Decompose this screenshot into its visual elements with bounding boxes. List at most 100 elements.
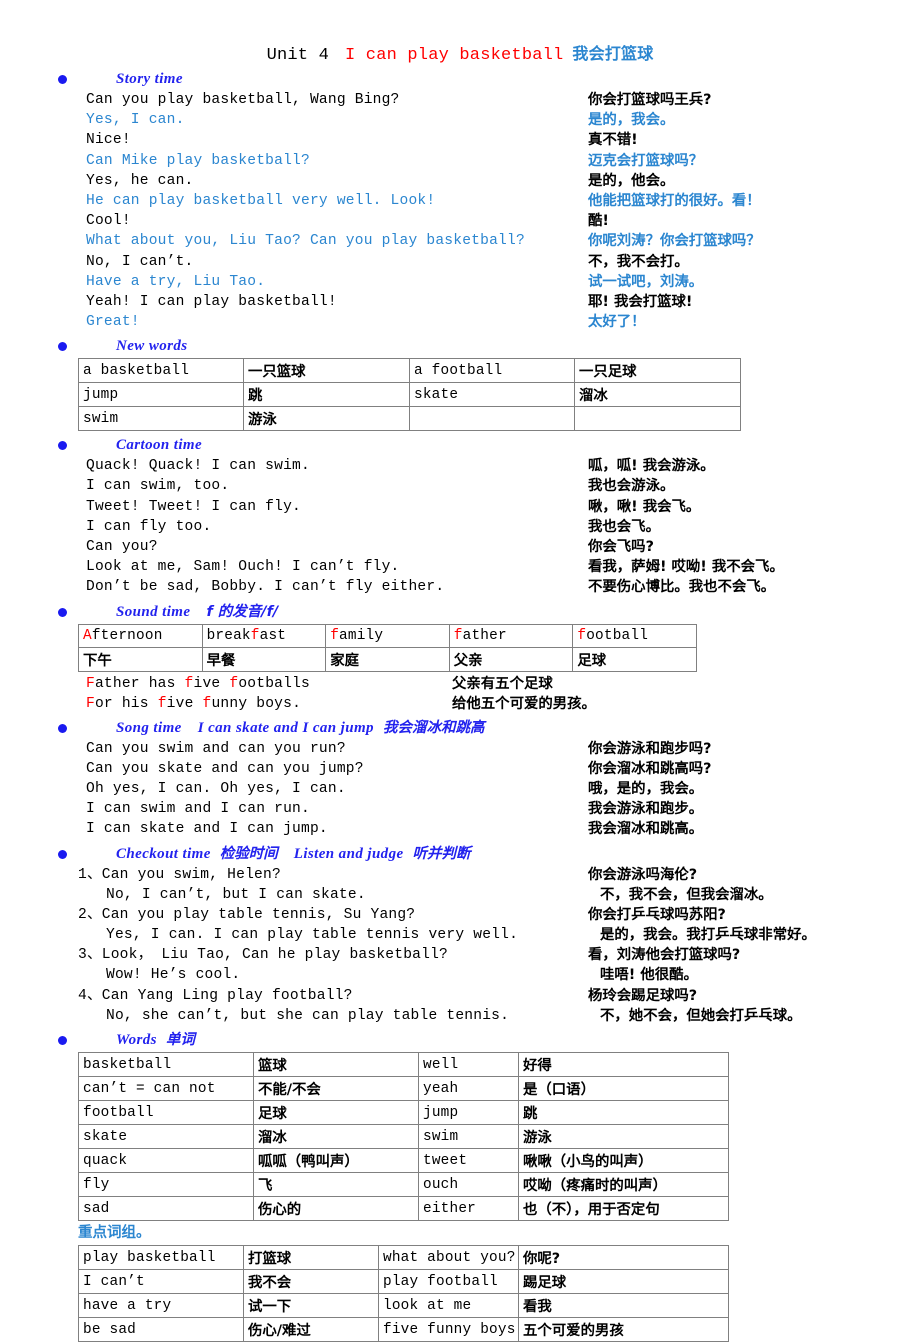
table-cell: jump — [78, 382, 244, 408]
rhyme-line: Father has five footballs 父亲有五个足球 — [0, 674, 920, 694]
dialogue-line: Yeah! I can play basketball! 耶! 我会打篮球! — [0, 292, 920, 312]
song-lyrics: Can you swim and can you run? 你会游泳和跑步吗? Ca… — [0, 739, 920, 840]
dialogue-line: Great! 太好了！ — [0, 312, 920, 332]
dialogue-line: Can you skate and can you jump? 你会溜冰和跳高吗? — [0, 759, 920, 779]
dialogue-line: Look at me, Sam! Ouch! I can’t fly. 看我，萨姆… — [0, 557, 920, 577]
phrases-table: play basketball 打篮球 what about you? 你呢? I ca… — [78, 1245, 729, 1342]
dialogue-chinese: 你会溜冰和跳高吗? — [588, 760, 712, 777]
dialogue-chinese: 你会飞吗? — [588, 539, 654, 555]
table-cell: 也（不），用于否定句 — [518, 1196, 729, 1221]
dialogue-english: Can you skate and can you jump? — [86, 760, 364, 777]
table-cell: 飞 — [253, 1172, 419, 1197]
table-cell: 游泳 — [243, 406, 410, 432]
table-cell: 下午 — [78, 646, 203, 672]
table-cell: father — [448, 623, 574, 648]
table-cell: 我不会 — [243, 1269, 379, 1294]
dialogue-chinese: 迈克会打篮球吗？ — [588, 152, 704, 169]
dialogue-line: Can Mike play basketball? 迈克会打篮球吗？ — [0, 151, 920, 171]
dialogue-english: Can you? — [86, 539, 158, 555]
dialogue-english: Quack! Quack! I can swim. — [86, 458, 310, 475]
title-chinese: 我会打篮球 — [572, 44, 654, 63]
bullet-icon — [58, 75, 67, 84]
rhyme-english: For his five funny boys. — [86, 695, 302, 712]
table-cell: what about you? — [378, 1245, 519, 1270]
section-label-sound: Sound time — [116, 603, 191, 620]
section-label-song-title: I can skate and I can jump — [197, 719, 374, 736]
dialogue-english: No, she can’t, but she can play table te… — [106, 1007, 510, 1024]
dialogue-line: Have a try, Liu Tao. 试一试吧，刘涛。 — [0, 272, 920, 292]
dialogue-english: 3、Look， Liu Tao, Can he play basketball? — [78, 947, 448, 964]
table-cell: 早餐 — [201, 646, 327, 672]
table-cell: 哎呦（疼痛时的叫声） — [518, 1172, 729, 1197]
bullet-icon — [58, 723, 67, 733]
dialogue-line: Tweet! Tweet! I can fly. 啾，啾! 我会飞。 — [0, 497, 920, 517]
section-label-words: Words — [116, 1032, 157, 1048]
page-title: Unit 4 I can play basketball 我会打篮球 — [0, 0, 920, 65]
dialogue-chinese: 不，我不会，但我会溜冰。 — [600, 886, 773, 903]
table-cell: 溜冰 — [574, 382, 741, 408]
table-cell: football — [78, 1100, 254, 1125]
dialogue-english: 2、Can you play table tennis, Su Yang? — [78, 906, 416, 923]
table-row: a basketball 一只篮球 a football 一只足球 — [78, 358, 741, 384]
dialogue-english: No, I can’t, but I can skate. — [106, 886, 366, 903]
table-cell — [574, 406, 741, 432]
table-cell: a basketball — [78, 358, 244, 384]
dialogue-line: Quack! Quack! I can swim. 呱，呱! 我会游泳。 — [0, 456, 920, 476]
section-label-newwords: New words — [116, 338, 188, 355]
dialogue-line: Can you? 你会飞吗? — [0, 537, 920, 557]
dialogue-line: I can swim and I can run. 我会游泳和跑步。 — [0, 799, 920, 819]
table-cell: play football — [378, 1269, 519, 1294]
section-label-words-cn: 单词 — [165, 1032, 195, 1048]
rhyme-chinese: 父亲有五个足球 — [452, 675, 553, 692]
dialogue-english: Can you swim and can you run? — [86, 740, 346, 757]
table-row: 下午 早餐 家庭 父亲 足球 — [78, 646, 697, 672]
dialogue-english: Look at me, Sam! Ouch! I can’t fly. — [86, 559, 400, 576]
table-cell: ouch — [418, 1172, 519, 1197]
section-label-sound-cn: f 的发音/f/ — [206, 603, 279, 620]
table-cell: 看我 — [518, 1293, 729, 1318]
table-cell: fly — [78, 1172, 254, 1197]
dialogue-line: What about you, Liu Tao? Can you play ba… — [0, 231, 920, 251]
section-label-listen-judge-cn: 听并判断 — [412, 845, 471, 862]
table-row: Afternoon breakfast family father football — [78, 623, 697, 648]
dialogue-line: 3、Look， Liu Tao, Can he play basketball?… — [0, 945, 920, 965]
dialogue-english: What about you, Liu Tao? Can you play ba… — [86, 233, 525, 250]
table-cell: 啾啾（小鸟的叫声） — [518, 1148, 729, 1173]
dialogue-line: Yes, I can. I can play table tennis very… — [0, 925, 920, 945]
cartoon-dialogue: Quack! Quack! I can swim. 呱，呱! 我会游泳。 I can… — [0, 456, 920, 597]
dialogue-line: Yes, he can. 是的，他会。 — [0, 171, 920, 191]
dialogue-chinese: 是的，我会。 — [588, 112, 675, 129]
table-cell: can’t = can not — [78, 1076, 254, 1101]
dialogue-line: Nice! 真不错! — [0, 130, 920, 150]
table-cell: 一只足球 — [574, 358, 741, 384]
dialogue-chinese: 不，我不会打。 — [588, 253, 689, 270]
dialogue-chinese: 太好了！ — [588, 314, 646, 331]
dialogue-chinese: 你会游泳吗海伦? — [588, 866, 698, 883]
dialogue-line: Yes, I can. 是的，我会。 — [0, 110, 920, 130]
table-cell: 五个可爱的男孩 — [518, 1317, 729, 1342]
bullet-icon — [58, 441, 67, 451]
dialogue-chinese: 我会溜冰和跳高。 — [588, 821, 704, 838]
dialogue-english: 1、Can you swim, Helen? — [78, 866, 281, 883]
table-cell: 不能/不会 — [253, 1076, 419, 1101]
phrases-subheading: 重点词组。 — [78, 1225, 151, 1241]
bullet-icon — [58, 849, 67, 859]
table-row: jump 跳 skate 溜冰 — [78, 382, 741, 408]
section-header-song: Song time I can skate and I can jump 我会溜冰和… — [0, 719, 920, 738]
table-row: basketball 篮球 well 好得 — [78, 1052, 729, 1077]
dialogue-chinese: 酷! — [588, 213, 609, 230]
table-cell: football — [572, 623, 697, 648]
rhyme-line: For his five funny boys. 给他五个可爱的男孩。 — [0, 694, 920, 714]
section-header-story: Story time — [0, 70, 920, 89]
dialogue-chinese: 试一试吧，刘涛。 — [588, 273, 704, 290]
table-cell: 家庭 — [325, 646, 450, 672]
section-label-cartoon: Cartoon time — [116, 437, 203, 454]
story-dialogue: Can you play basketball, Wang Bing? 你会打篮球… — [0, 90, 920, 332]
dialogue-chinese: 哦，是的，我会。 — [588, 780, 704, 797]
table-cell: basketball — [78, 1052, 254, 1077]
dialogue-chinese: 你会打乒乓球吗苏阳? — [588, 906, 726, 923]
dialogue-english: Have a try, Liu Tao. — [86, 273, 266, 290]
section-label-checkout-cn: 检验时间 — [219, 845, 278, 862]
dialogue-line: Oh yes, I can. Oh yes, I can. 哦，是的，我会。 — [0, 779, 920, 799]
table-cell: yeah — [418, 1076, 519, 1101]
